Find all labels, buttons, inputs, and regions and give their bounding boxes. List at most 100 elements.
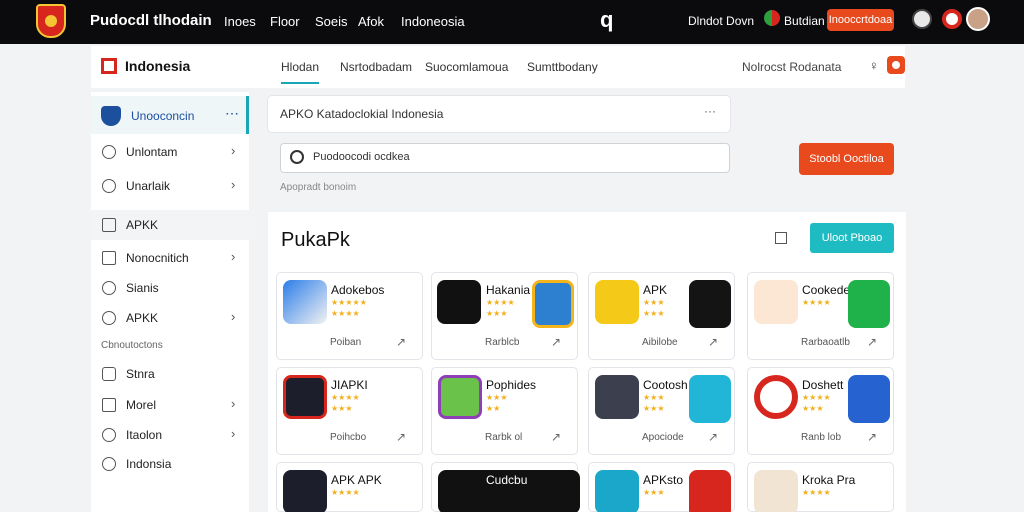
search-toggle-icon[interactable]: q	[600, 7, 613, 33]
app-card[interactable]: APK APK ★★★★	[276, 462, 423, 512]
rating-stars: ★★★★	[802, 488, 831, 497]
app-card[interactable]: JIAPKI ★★★★ ★★★ Poihcbo ↗	[276, 367, 423, 455]
sidebar-item[interactable]: Unlontam ›	[91, 137, 249, 167]
app-tag: Rarblcb	[485, 337, 520, 348]
top-nav-item[interactable]: Inoes	[224, 14, 256, 29]
avatar[interactable]	[966, 7, 990, 31]
app-card[interactable]: Pophides ★★★ ★★ Rarbk ol ↗	[431, 367, 578, 455]
circle-icon	[102, 145, 116, 159]
share-icon[interactable]: ↗	[867, 430, 877, 444]
sidebar-item-label: Morel	[126, 398, 157, 412]
tab-item[interactable]: Nsrtodbadam	[340, 60, 412, 74]
top-nav-item[interactable]: Indoneosia	[401, 14, 465, 29]
app-icon	[283, 280, 327, 324]
rating-stars: ★★★★★	[331, 298, 367, 307]
share-icon[interactable]: ↗	[867, 335, 877, 349]
app-icon	[595, 375, 639, 419]
notification-icon[interactable]	[912, 9, 932, 29]
share-icon[interactable]: ↗	[396, 335, 406, 349]
chevron-right-icon: ›	[231, 309, 236, 324]
top-nav-item[interactable]: Floor	[270, 14, 300, 29]
app-card[interactable]: Hakania ★★★★ ★★★ Rarblcb ↗	[431, 272, 578, 360]
rating-stars: ★★★	[643, 309, 665, 318]
sidebar-item-label: Unlontam	[126, 145, 178, 159]
top-nav-item[interactable]: Afok	[358, 14, 384, 29]
sidebar-item[interactable]: APKK ›	[91, 303, 249, 333]
tab-item[interactable]: Suocomlamoua	[425, 60, 508, 74]
search-icon	[290, 150, 304, 164]
sidebar-section-heading: Cbnoutoctons	[101, 340, 163, 351]
search-input[interactable]	[313, 151, 713, 163]
app-icon	[848, 375, 890, 423]
rating-stars: ★★★★	[486, 298, 515, 307]
search-button[interactable]: Stoobl Ooctiloa	[799, 143, 894, 175]
app-icon	[754, 375, 798, 419]
sidebar-item[interactable]: Indonsia	[91, 449, 249, 479]
top-action-button[interactable]: Inooccrtdoaa	[827, 9, 894, 31]
rating-stars: ★★★	[331, 404, 353, 413]
sidebar-header-label: Unooconcin	[131, 109, 195, 123]
sidebar-item[interactable]: Morel ›	[91, 390, 249, 420]
language-selector[interactable]: Butdian	[784, 14, 825, 28]
app-name: APKsto	[643, 473, 684, 487]
subbar-link[interactable]: Nolrocst Rodanata	[742, 60, 841, 74]
record-icon[interactable]	[942, 9, 962, 29]
user-menu[interactable]: Dlndot Dovn	[688, 14, 754, 28]
share-icon[interactable]: ↗	[551, 430, 561, 444]
more-icon[interactable]: ···	[704, 104, 716, 118]
app-name: Adokebos	[331, 283, 385, 297]
app-tag: Poihcbo	[330, 432, 367, 443]
sidebar-item[interactable]: Stnra	[91, 359, 249, 389]
app-card[interactable]: Cootosh ★★★ ★★★ Apociode ↗	[588, 367, 735, 455]
site-logo-icon[interactable]	[36, 4, 66, 38]
sidebar-item[interactable]: Unarlaik ›	[91, 171, 249, 201]
search-hint: Apopradt bonoim	[280, 182, 357, 193]
app-card[interactable]: Adokebos ★★★★★ ★★★★ Poiban ↗	[276, 272, 423, 360]
sidebar: Unooconcin ⋯ Unlontam › Unarlaik › APKK …	[91, 92, 249, 512]
share-icon[interactable]: ↗	[708, 335, 718, 349]
app-icon	[532, 280, 574, 328]
rating-stars: ★★★★	[802, 393, 831, 402]
sidebar-item[interactable]: Itaolon ›	[91, 420, 249, 450]
tab-item[interactable]: Sumttbodany	[527, 60, 598, 74]
sidebar-item[interactable]: Nonocnitich ›	[91, 243, 249, 273]
top-nav-item[interactable]: Soeis	[315, 14, 348, 29]
app-tag: Aibilobe	[642, 337, 678, 348]
app-card[interactable]: Cookede ★★★★ Rarbaoatlb ↗	[747, 272, 894, 360]
chevron-right-icon: ›	[231, 143, 236, 158]
section-logo-icon	[101, 58, 117, 74]
more-icon[interactable]: ⋯	[225, 105, 239, 122]
sidebar-item-label: APKK	[126, 311, 159, 325]
record-button-icon[interactable]	[887, 56, 905, 74]
chevron-right-icon: ›	[231, 426, 236, 441]
sidebar-item-label: Sianis	[126, 281, 159, 295]
app-card[interactable]: Cudcbu	[431, 462, 580, 512]
shield-icon	[101, 106, 121, 126]
panel-action-button[interactable]: Uloot Pboao	[810, 223, 894, 253]
rating-stars: ★★★	[643, 393, 665, 402]
app-icon	[283, 375, 327, 419]
app-name: Kroka Pra	[802, 473, 856, 487]
app-name: Doshett	[802, 378, 844, 392]
sidebar-item-label: Itaolon	[126, 428, 163, 442]
rating-stars: ★★★★	[331, 393, 360, 402]
sidebar-item-active[interactable]: APKK	[91, 210, 249, 240]
sidebar-item[interactable]: Sianis	[91, 273, 249, 303]
sidebar-header[interactable]: Unooconcin ⋯	[91, 96, 249, 134]
brand-name[interactable]: Pudocdl tlhodain	[90, 12, 212, 29]
app-card[interactable]: APKsto ★★★	[588, 462, 735, 512]
share-icon[interactable]: ↗	[708, 430, 718, 444]
bookmark-icon[interactable]	[775, 232, 787, 244]
share-icon[interactable]: ↗	[396, 430, 406, 444]
app-card[interactable]: Kroka Pra ★★★★	[747, 462, 894, 512]
share-icon[interactable]: ↗	[551, 335, 561, 349]
location-pin-icon[interactable]: ♀	[869, 58, 879, 73]
rating-stars: ★★★	[802, 404, 824, 413]
app-card[interactable]: APK ★★★ ★★★ Aibilobe ↗	[588, 272, 735, 360]
tab-home[interactable]: Hlodan	[281, 60, 320, 84]
rating-stars: ★★★	[643, 404, 665, 413]
app-name: Cootosh	[643, 378, 688, 392]
app-icon	[437, 280, 481, 324]
app-card[interactable]: Doshett ★★★★ ★★★ Ranb lob ↗	[747, 367, 894, 455]
target-icon	[102, 179, 116, 193]
